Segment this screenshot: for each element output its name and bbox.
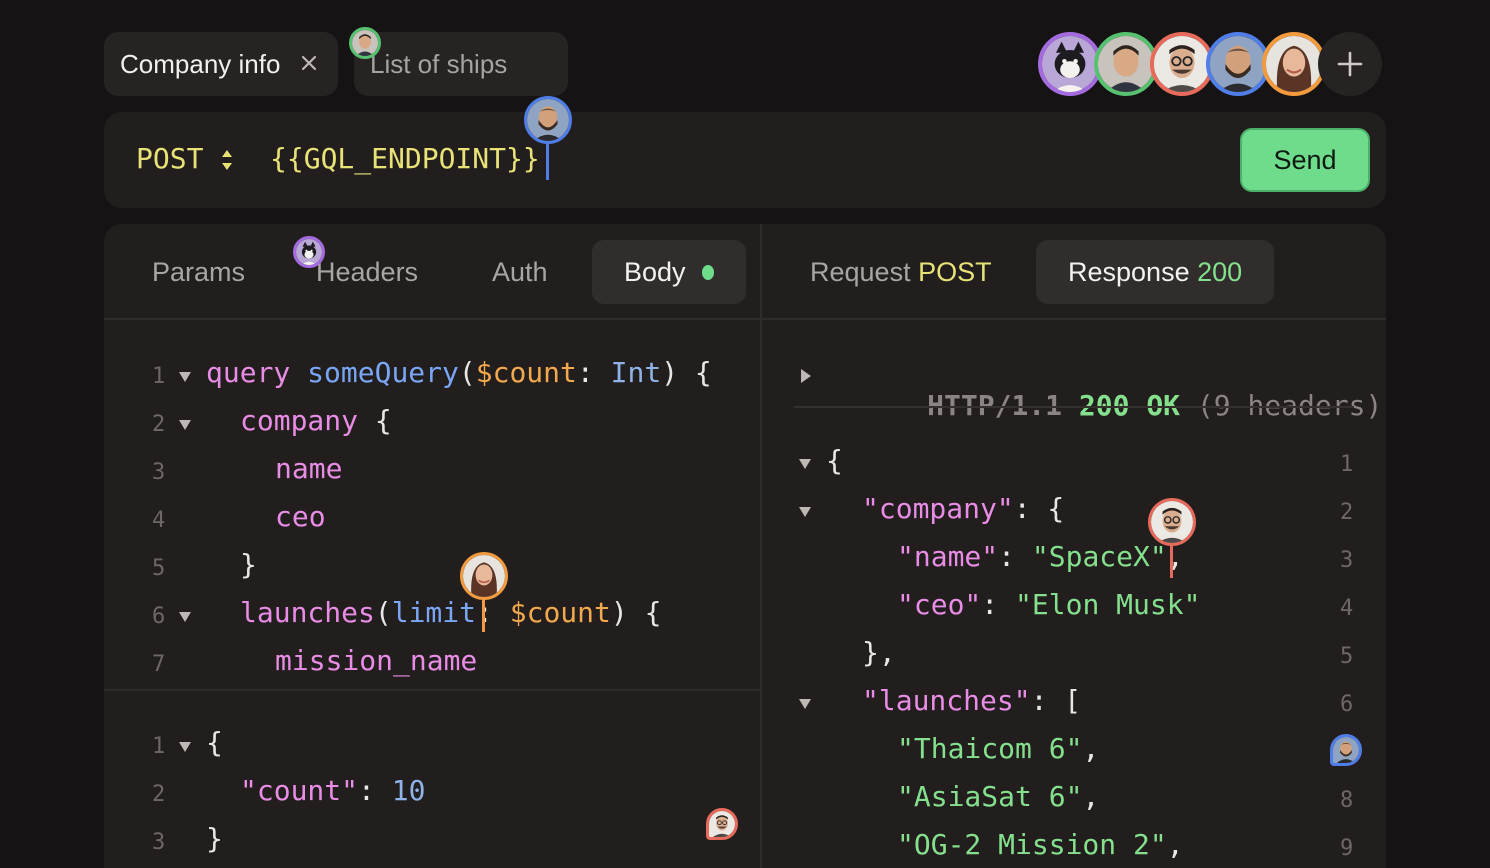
fold-arrow-icon[interactable] [798,458,812,470]
send-button[interactable]: Send [1240,128,1370,192]
fold-arrow-icon[interactable] [798,506,812,518]
collaborator-avatar-icon[interactable] [1094,32,1158,96]
plus-icon [1337,51,1363,77]
code-line: "launches": [ [862,684,1082,717]
tab-auth[interactable]: Auth [460,240,580,304]
line-number: 2 [152,782,166,807]
code-line: mission_name [275,644,478,677]
collaborator-avatar-icon [349,27,381,59]
code-line: "Thaicom 6", [897,732,1100,765]
tab-label: List of ships [370,48,508,79]
tab-company-info[interactable]: Company info [104,32,338,96]
close-icon[interactable] [296,50,322,76]
code-line: "name": "SpaceX", [897,540,1184,573]
tab-list-of-ships[interactable]: List of ships [354,32,568,96]
divider [760,224,762,868]
line-number: 7 [152,652,166,677]
line-number: 3 [152,830,166,855]
line-number: 4 [152,508,166,533]
code-line: }, [862,636,896,669]
request-url-bar: POST {{GQL_ENDPOINT}} Send [104,112,1386,208]
collaborator-avatar-icon[interactable] [1206,32,1270,96]
code-line: "OG-2 Mission 2", [897,828,1184,861]
tab-request[interactable]: Request POST [778,240,1024,304]
code-line: { [826,444,843,477]
line-number: 8 [1340,788,1354,813]
line-number: 1 [152,734,166,759]
line-number: 3 [1340,548,1354,573]
sort-arrows-icon[interactable] [220,148,234,172]
collaborator-avatar-icon[interactable] [1150,32,1214,96]
line-number: 5 [152,556,166,581]
line-number: 2 [1340,500,1354,525]
code-line: } [206,822,223,855]
collaborator-cursor [546,138,549,180]
code-line: name [275,452,343,485]
fold-arrow-icon[interactable] [178,741,192,753]
code-line: "AsiaSat 6", [897,780,1100,813]
code-line: launches(limit: $count) { [240,596,662,629]
add-collaborator-button[interactable] [1318,32,1382,96]
code-line: { [206,726,223,759]
divider [104,689,760,691]
endpoint-input[interactable]: {{GQL_ENDPOINT}} [270,142,540,175]
collaborator-avatar-icon [706,808,738,840]
code-line: query someQuery($count: Int) { [206,356,712,389]
tab-response[interactable]: Response 200 [1036,240,1275,304]
line-number: 2 [152,412,166,437]
collaborator-avatar-icon [1330,734,1362,766]
collaborator-avatar-icon[interactable] [1038,32,1102,96]
code-line: "count": 10 [240,774,426,807]
line-number: 9 [1340,836,1354,861]
code-line: ceo [275,500,326,533]
expand-arrow-icon[interactable] [800,368,812,384]
unsaved-dot-icon [701,264,714,280]
code-line: company { [240,404,392,437]
line-number: 5 [1340,644,1354,669]
method-select[interactable]: POST [136,142,203,175]
collaborator-avatar-icon [1148,498,1196,546]
line-number: 6 [152,604,166,629]
line-number: 1 [1340,452,1354,477]
line-number: 1 [152,364,166,389]
collaborator-avatar-icon [460,552,508,600]
collaborator-avatar-icon [524,96,572,144]
line-number: 6 [1340,692,1354,717]
collaborator-avatar-icon [293,236,325,268]
tab-label: Company info [120,48,281,79]
tab-body[interactable]: Body [592,240,746,304]
line-number: 4 [1340,596,1354,621]
collaborator-avatar-icon[interactable] [1262,32,1326,96]
line-number: 3 [152,460,166,485]
fold-arrow-icon[interactable] [798,698,812,710]
fold-arrow-icon[interactable] [178,611,192,623]
tab-params[interactable]: Params [120,240,277,304]
editor-panel: Params Headers Auth Body Request POST Re… [104,224,1386,868]
divider [794,406,1354,408]
divider [104,318,1386,320]
code-line: "ceo": "Elon Musk" [897,588,1201,621]
code-line: } [240,548,257,581]
fold-arrow-icon[interactable] [178,419,192,431]
code-line: "company": { [862,492,1065,525]
fold-arrow-icon[interactable] [178,371,192,383]
